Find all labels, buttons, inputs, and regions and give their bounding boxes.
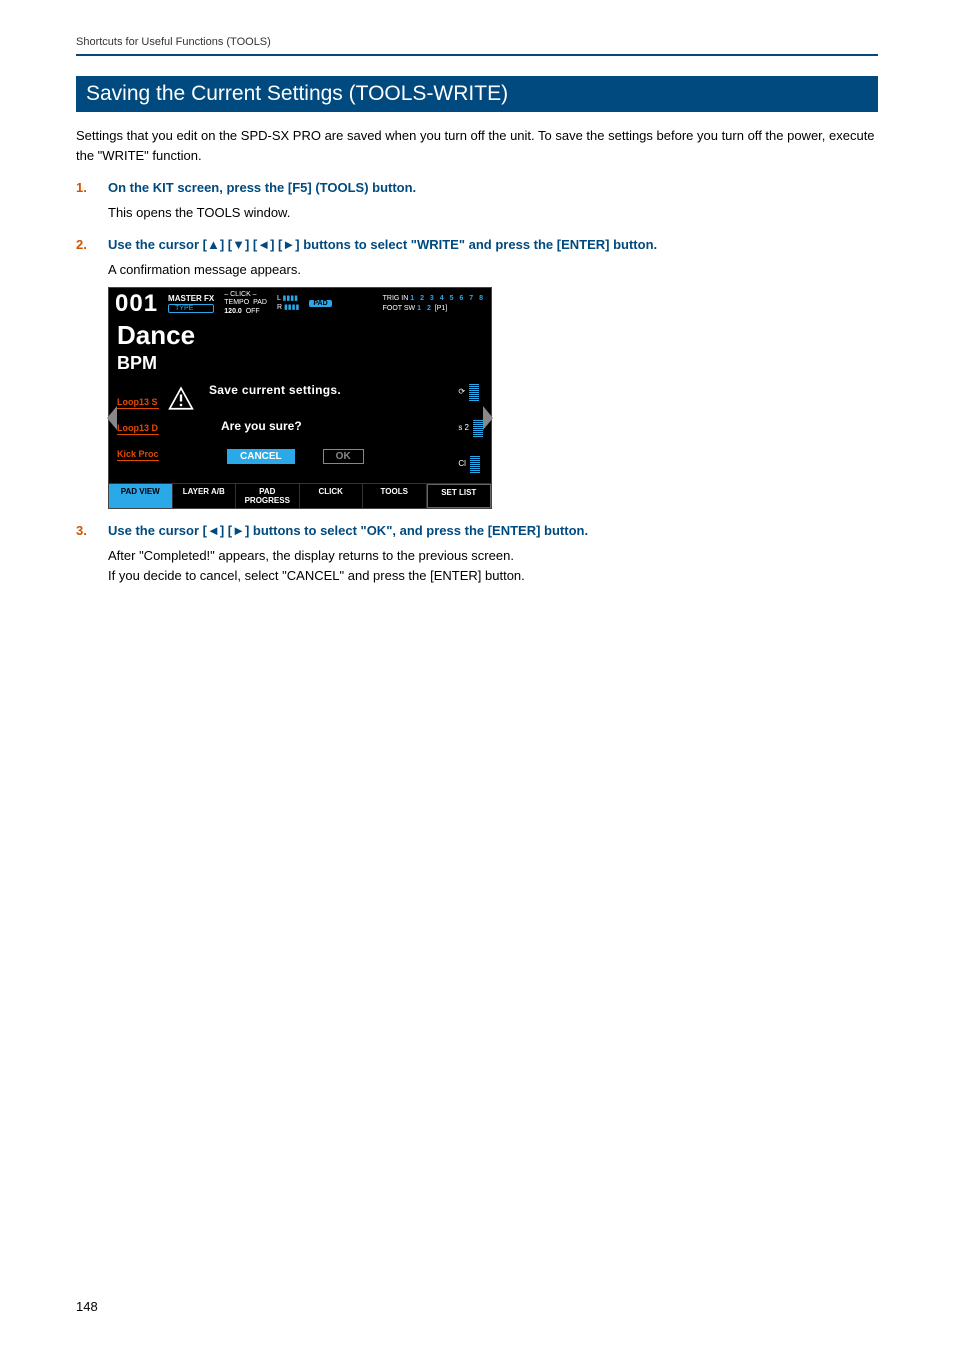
tempo-label: TEMPO bbox=[224, 299, 249, 306]
f3-padprogress: PAD PROGRESS bbox=[236, 484, 300, 508]
section-title: Saving the Current Settings (TOOLS-WRITE… bbox=[76, 76, 878, 112]
f6-setlist: SET LIST bbox=[427, 484, 492, 508]
l-meter-label: L bbox=[277, 295, 281, 302]
meter-icon: ⟳ bbox=[458, 387, 465, 396]
footsw-nums-active: 1 2 bbox=[417, 305, 433, 312]
masterfx-label: MASTER FX bbox=[168, 294, 214, 303]
step-heading: On the KIT screen, press the [F5] (TOOLS… bbox=[108, 180, 416, 195]
meter-bar bbox=[470, 455, 480, 473]
device-screenshot: 001 MASTER FX TYPE – CLICK – TEMPO PAD 1… bbox=[108, 287, 492, 509]
dialog-message-2: Are you sure? bbox=[221, 419, 302, 433]
right-meters: ⟳ s 2 Cl bbox=[458, 383, 483, 473]
trigin-nums: 1 2 3 4 5 6 7 8 bbox=[410, 295, 485, 302]
meter-label: Cl bbox=[458, 459, 466, 468]
step-number: 2. bbox=[76, 237, 90, 508]
step-2: 2. Use the cursor [▲] [▼] [◄] [►] button… bbox=[76, 237, 878, 508]
pad-badge: PAD bbox=[309, 300, 331, 307]
step-3: 3. Use the cursor [◄] [►] buttons to sel… bbox=[76, 523, 878, 586]
footsw-page: [P1] bbox=[435, 305, 447, 312]
f4-click: CLICK bbox=[300, 484, 364, 508]
step-1: 1. On the KIT screen, press the [F5] (TO… bbox=[76, 180, 878, 223]
step-body: A confirmation message appears. bbox=[108, 260, 657, 280]
nav-left-icon bbox=[107, 406, 117, 430]
r-meter-label: R bbox=[277, 304, 282, 311]
meter-bar bbox=[473, 419, 483, 437]
screen-mid: BPM Loop13 S Loop13 D Kick Proc ⟳ s 2 Cl… bbox=[109, 353, 491, 483]
meter-bar bbox=[469, 383, 479, 401]
f1-padview: PAD VIEW bbox=[109, 484, 173, 508]
left-track-labels: Loop13 S Loop13 D Kick Proc bbox=[117, 397, 159, 461]
step-heading: Use the cursor [▲] [▼] [◄] [►] buttons t… bbox=[108, 237, 657, 252]
kit-name: Dance bbox=[109, 320, 491, 353]
step-number: 3. bbox=[76, 523, 90, 586]
meter-label: s 2 bbox=[458, 423, 469, 432]
footsw-label: FOOT SW bbox=[383, 305, 416, 312]
page-number: 148 bbox=[76, 1299, 98, 1314]
step-body: After "Completed!" appears, the display … bbox=[108, 546, 588, 586]
warning-icon bbox=[167, 385, 195, 411]
track-label: Kick Proc bbox=[117, 449, 159, 461]
tempo-value: 120.0 bbox=[224, 308, 242, 315]
kit-number: 001 bbox=[115, 290, 158, 318]
breadcrumb: Shortcuts for Useful Functions (TOOLS) bbox=[76, 36, 878, 56]
dialog-message-1: Save current settings. bbox=[209, 383, 341, 397]
f2-layerab: LAYER A/B bbox=[173, 484, 237, 508]
ok-button: OK bbox=[323, 449, 364, 464]
type-button: TYPE bbox=[168, 304, 214, 313]
pad-state: OFF bbox=[246, 308, 260, 315]
click-label: – CLICK – bbox=[224, 291, 267, 299]
track-label: Loop13 D bbox=[117, 423, 159, 435]
track-label: Loop13 S bbox=[117, 397, 159, 409]
function-keys: PAD VIEW LAYER A/B PAD PROGRESS CLICK TO… bbox=[109, 483, 491, 508]
cancel-button: CANCEL bbox=[227, 449, 295, 464]
screen-top-bar: 001 MASTER FX TYPE – CLICK – TEMPO PAD 1… bbox=[109, 288, 491, 320]
f5-tools: TOOLS bbox=[363, 484, 427, 508]
step-heading: Use the cursor [◄] [►] buttons to select… bbox=[108, 523, 588, 538]
step-number: 1. bbox=[76, 180, 90, 223]
intro-text: Settings that you edit on the SPD-SX PRO… bbox=[76, 126, 878, 166]
trigin-label: TRIG IN bbox=[383, 295, 409, 302]
pad-label: PAD bbox=[253, 299, 267, 306]
step-body: This opens the TOOLS window. bbox=[108, 203, 416, 223]
nav-right-icon bbox=[483, 406, 493, 430]
bpm-label: BPM bbox=[117, 353, 157, 374]
